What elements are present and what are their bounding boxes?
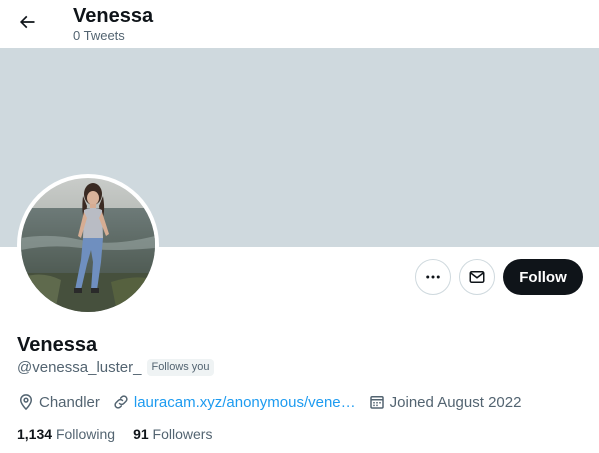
message-button[interactable] [459,259,495,295]
profile-header: Venessa 0 Tweets [0,0,599,48]
profile-handle: @venessa_luster_ [17,358,142,376]
back-button[interactable] [9,4,45,40]
location: Chandler [17,393,100,411]
envelope-icon [469,271,485,283]
profile-meta: Chandler lauracam.xyz/anonymous/vene… Jo… [17,391,533,413]
followers-count: 91 [133,426,149,442]
tweet-count: 0 Tweets [73,28,125,43]
location-text: Chandler [39,393,100,411]
follow-stats: 1,134 Following 91 Followers [17,424,230,444]
profile-name: Venessa [17,334,98,356]
calendar-icon [369,396,384,409]
joined-text: Joined August 2022 [389,393,522,411]
more-button[interactable] [415,259,451,295]
header-title: Venessa [73,5,154,27]
arrow-left-icon [19,15,35,29]
website[interactable]: lauracam.xyz/anonymous/vene… [112,393,356,411]
following-link[interactable]: 1,134 Following [17,426,115,442]
follows-you-badge: Follows you [147,358,214,376]
followers-label: Followers [152,426,213,442]
following-label: Following [55,426,116,442]
link-icon [114,395,128,409]
website-link[interactable]: lauracam.xyz/anonymous/vene… [134,394,356,411]
join-date: Joined August 2022 [368,393,522,411]
location-pin-icon [19,394,33,411]
handle-row: @venessa_luster_ Follows you [17,357,214,377]
followers-link[interactable]: 91 Followers [133,426,212,442]
more-horizontal-icon [426,275,440,279]
avatar-photo [21,178,155,312]
following-count: 1,134 [17,426,53,442]
follow-button[interactable]: Follow [503,259,583,295]
avatar[interactable] [17,174,159,316]
